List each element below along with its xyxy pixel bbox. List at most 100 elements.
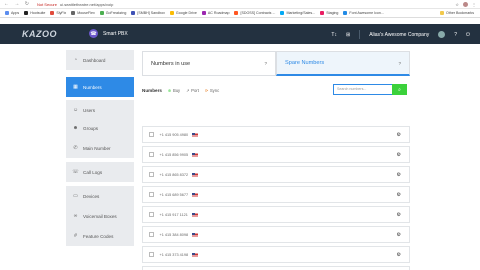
row-checkbox[interactable] bbox=[149, 192, 154, 197]
bookmark-item[interactable]: [SMBH] Sandbox bbox=[131, 11, 165, 15]
divider bbox=[359, 30, 361, 39]
search-input[interactable]: Search numbers... bbox=[333, 84, 393, 95]
gear-icon[interactable]: ⚙ bbox=[397, 132, 401, 138]
row-checkbox[interactable] bbox=[149, 212, 154, 217]
sidebar-item-call-logs[interactable]: ☏ Call Logs bbox=[66, 162, 134, 182]
account-name[interactable]: Alias's Awesome Company bbox=[369, 32, 429, 38]
gear-icon[interactable]: ⚙ bbox=[397, 252, 401, 258]
sidebar-item-groups[interactable]: ☻ Groups bbox=[66, 118, 134, 138]
grid-menu-icon[interactable]: ⊞ bbox=[346, 32, 350, 38]
bookmark-item[interactable]: MouseFlex bbox=[71, 11, 95, 15]
phone-icon: ✆ bbox=[73, 145, 78, 151]
gear-icon[interactable]: ⚙ bbox=[397, 212, 401, 218]
sync-button[interactable]: ⟳ Sync bbox=[205, 88, 219, 93]
url-text[interactable]: ui.seattletheatre.net/apps/voip bbox=[60, 2, 113, 7]
browser-address-bar: ← → ↻ Not Secure ui.seattletheatre.net/a… bbox=[0, 0, 480, 9]
user-avatar-icon[interactable] bbox=[438, 31, 446, 38]
row-checkbox[interactable] bbox=[149, 132, 154, 137]
cart-icon: ⊕ bbox=[167, 87, 172, 93]
app-switcher[interactable]: ☎ Smart PBX bbox=[89, 29, 128, 38]
gear-icon[interactable]: ⚙ bbox=[397, 232, 401, 238]
sidebar-item-dashboard[interactable]: ◔ Dashboard bbox=[66, 50, 134, 70]
voicemail-icon: ∞ bbox=[73, 213, 78, 219]
port-icon: ↗ bbox=[186, 87, 190, 93]
phone-number: +1 415 917 1121 bbox=[159, 212, 188, 217]
bookmark-label: Staging bbox=[326, 11, 339, 15]
bookmark-item[interactable]: GoFreakzing bbox=[99, 11, 126, 15]
language-icon[interactable]: T↕ bbox=[331, 32, 337, 38]
search-button[interactable]: ⌕ bbox=[392, 84, 407, 95]
back-forward-reload-icons[interactable]: ← → ↻ bbox=[4, 1, 31, 7]
row-checkbox[interactable] bbox=[149, 172, 154, 177]
not-secure-warning[interactable]: Not Secure bbox=[37, 2, 57, 7]
menu-dots-icon[interactable]: ⋮ bbox=[472, 2, 476, 7]
sidebar-item-feature-codes[interactable]: # Feature Codes bbox=[66, 226, 134, 246]
sidebar-item-numbers[interactable]: ▦ Numbers bbox=[66, 77, 134, 97]
number-row[interactable]: +1 415 917 1121 ⚙ bbox=[142, 206, 410, 223]
bookmark-item[interactable]: [SDOSS] Contracts ... bbox=[234, 11, 275, 15]
sidebar-item-devices[interactable]: ▭ Devices bbox=[66, 186, 134, 206]
bookmark-favicon-icon bbox=[343, 11, 348, 15]
tab-spare-numbers[interactable]: Spare Numbers ? bbox=[276, 51, 410, 76]
gear-icon[interactable]: ⚙ bbox=[397, 172, 401, 178]
page: ← → ↻ Not Secure ui.seattletheatre.net/a… bbox=[0, 0, 480, 270]
number-row[interactable]: +1 415 905 4980 ⚙ bbox=[142, 126, 410, 143]
help-icon[interactable]: ? bbox=[264, 61, 267, 66]
number-row[interactable]: +1 415 865 8372 ⚙ bbox=[142, 166, 410, 183]
bookmark-item[interactable]: Apps bbox=[5, 11, 19, 15]
bookmark-favicon-icon bbox=[280, 11, 285, 15]
bookmark-favicon-icon bbox=[71, 11, 76, 15]
gear-icon[interactable]: ⚙ bbox=[397, 152, 401, 158]
gear-icon[interactable]: ⚙ bbox=[397, 192, 401, 198]
sidebar-item-label: Groups bbox=[83, 125, 99, 131]
row-checkbox[interactable] bbox=[149, 232, 154, 237]
bookmark-item[interactable]: SlyFix bbox=[50, 11, 66, 15]
row-checkbox[interactable] bbox=[149, 152, 154, 157]
logout-icon[interactable]: ⏻ bbox=[466, 32, 470, 38]
us-flag-icon bbox=[191, 152, 198, 157]
help-icon[interactable]: ? bbox=[398, 61, 401, 66]
sidebar-item-main-number[interactable]: ✆ Main Number bbox=[66, 138, 134, 158]
phone-number: +1 415 384 8098 bbox=[159, 232, 189, 237]
buy-button[interactable]: ⊕ Buy bbox=[168, 88, 180, 93]
number-row[interactable]: +1 415 689 5677 ⚙ bbox=[142, 186, 410, 203]
bookmark-label: Hootsuite bbox=[30, 11, 46, 15]
other-bookmarks[interactable]: Other Bookmarks bbox=[440, 11, 474, 15]
star-icon[interactable]: ☆ bbox=[455, 2, 459, 7]
bookmark-item[interactable]: Staging bbox=[320, 11, 338, 15]
bookmark-item[interactable]: AC Roadmap bbox=[201, 11, 229, 15]
port-button[interactable]: ↗ Port bbox=[186, 88, 199, 93]
bookmark-label: [SMBH] Sandbox bbox=[137, 11, 165, 15]
sidebar-item-users[interactable]: ☺ Users bbox=[66, 100, 134, 120]
help-icon[interactable]: ? bbox=[454, 32, 457, 38]
sync-icon: ⟳ bbox=[204, 87, 209, 93]
number-row[interactable]: +1 415 966 9886⚙ bbox=[142, 266, 410, 270]
call-logs-icon: ☏ bbox=[72, 169, 79, 175]
bookmark-item[interactable]: Font Awesome Icon... bbox=[343, 11, 384, 15]
kazoo-logo[interactable]: KAZOO bbox=[22, 29, 57, 39]
bookmark-item[interactable]: Hootsuite bbox=[24, 11, 45, 15]
phone-number: +1 415 373 4198 bbox=[159, 252, 189, 257]
sidebar-item-label: Main Number bbox=[83, 145, 111, 151]
sidebar-item-label: Users bbox=[83, 107, 95, 113]
search-icon: ⌕ bbox=[398, 86, 401, 93]
sidebar-item-voicemail-boxes[interactable]: ∞ Voicemail Boxes bbox=[66, 206, 134, 226]
us-flag-icon bbox=[191, 252, 198, 257]
app-name: Smart PBX bbox=[103, 30, 128, 37]
bookmark-label: SlyFix bbox=[56, 11, 67, 15]
number-row[interactable]: +1 415 856 9905 ⚙ bbox=[142, 146, 410, 163]
number-tabs: Numbers in use ? Spare Numbers ? bbox=[142, 51, 410, 76]
other-bookmarks-label: Other Bookmarks bbox=[446, 11, 474, 15]
profile-avatar[interactable] bbox=[463, 1, 468, 7]
number-row[interactable]: +1 415 373 4198 ⚙ bbox=[142, 246, 410, 263]
phone-number: +1 415 865 8372 bbox=[159, 172, 189, 177]
sidebar-item-label: Voicemail Boxes bbox=[83, 213, 117, 219]
number-row[interactable]: +1 415 384 8098 ⚙ bbox=[142, 226, 410, 243]
sidebar-item-label: Numbers bbox=[83, 84, 102, 90]
sidebar-item-label: Call Logs bbox=[83, 169, 103, 175]
row-checkbox[interactable] bbox=[149, 252, 154, 257]
bookmark-item[interactable]: Marketing/Sales... bbox=[280, 11, 315, 15]
bookmark-favicon-icon bbox=[131, 11, 136, 15]
bookmark-item[interactable]: Google Drive bbox=[169, 11, 197, 15]
tab-numbers-in-use[interactable]: Numbers in use ? bbox=[142, 51, 276, 76]
